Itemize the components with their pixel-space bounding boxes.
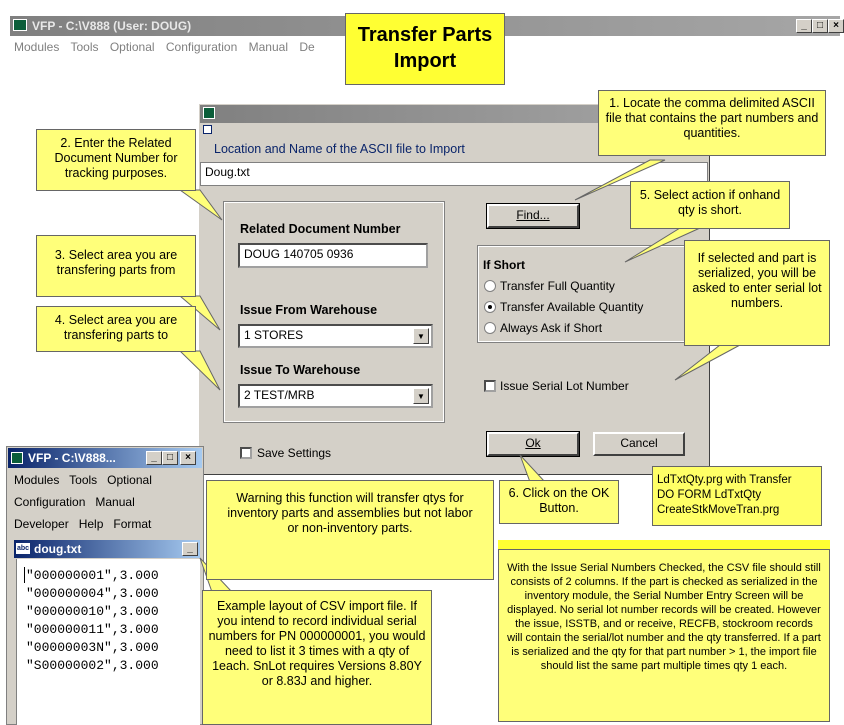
csv-line: "S00000002",3.000 [26, 658, 159, 673]
menu-de[interactable]: De [299, 40, 314, 54]
menu-configuration[interactable]: Configuration [166, 40, 237, 54]
callout-serial-notes: With the Issue Serial Numbers Checked, t… [498, 540, 830, 722]
radio-available-qty-label: Transfer Available Quantity [500, 300, 644, 314]
mini-menu-line-3[interactable]: Developer Help Format [14, 517, 151, 531]
mini-window-title: VFP - C:\V888... [28, 451, 116, 465]
chevron-down-icon[interactable]: ▼ [413, 388, 429, 404]
mini-menu-line-1[interactable]: Modules Tools Optional [14, 473, 152, 487]
serial-lot-checkbox[interactable] [484, 380, 496, 392]
chevron-down-icon[interactable]: ▼ [413, 328, 429, 344]
radio-full-qty-label: Transfer Full Quantity [500, 279, 615, 293]
ok-button-label: Ok [525, 436, 541, 450]
dialog-icon [203, 107, 215, 119]
callout-locate-file: 1. Locate the comma delimited ASCII file… [598, 90, 826, 156]
issue-to-label: Issue To Warehouse [240, 363, 361, 377]
callout-if-short: 5. Select action if onhand qty is short. [630, 181, 790, 229]
mini-menu-line-2[interactable]: Configuration Manual [14, 495, 135, 509]
csv-line: "000000004",3.000 [26, 586, 159, 601]
main-window-title: VFP - C:\V888 (User: DOUG) [32, 19, 192, 33]
radio-full-qty[interactable] [484, 280, 496, 292]
maximize-icon[interactable]: □ [812, 19, 828, 33]
callout-ok-button: 6. Click on the OK Button. [499, 480, 619, 524]
doc-title-bar: abc doug.txt _ [14, 540, 200, 558]
radio-always-ask[interactable] [484, 322, 496, 334]
issue-to-value: 2 TEST/MRB [244, 388, 315, 402]
banner-title: Transfer Parts Import [345, 13, 505, 85]
menu-modules[interactable]: Modules [14, 40, 59, 54]
save-settings-checkbox[interactable] [240, 447, 252, 459]
minimize-icon[interactable]: _ [182, 542, 198, 556]
doc-title: doug.txt [34, 542, 82, 556]
radio-always-ask-label: Always Ask if Short [500, 321, 603, 335]
menu-tools[interactable]: Tools [70, 40, 98, 54]
callout-related-doc: 2. Enter the Related Document Number for… [36, 129, 196, 191]
find-button[interactable]: Find... [486, 203, 580, 229]
callout-program: LdTxtQty.prg with Transfer DO FORM LdTxt… [652, 466, 822, 526]
issue-from-value: 1 STORES [244, 328, 304, 342]
csv-line: "000000011",3.000 [26, 622, 159, 637]
issue-to-select[interactable]: 2 TEST/MRB ▼ [238, 384, 433, 408]
issue-from-select[interactable]: 1 STORES ▼ [238, 324, 433, 348]
close-icon[interactable]: × [180, 451, 196, 465]
callout-example-csv: Example layout of CSV import file. If yo… [202, 590, 432, 725]
text-file-icon: abc [16, 543, 30, 554]
callout-area-to: 4. Select area you are transfering parts… [36, 306, 196, 352]
callout-serial-lot: If selected and part is serialized, you … [684, 240, 830, 346]
radio-available-qty[interactable] [484, 301, 496, 313]
csv-line: "000000010",3.000 [26, 604, 159, 619]
if-short-label: If Short [483, 258, 525, 272]
menu-manual[interactable]: Manual [249, 40, 288, 54]
serial-notes-header-bar [498, 540, 830, 550]
csv-line: "00000003N",3.000 [26, 640, 159, 655]
menu-optional[interactable]: Optional [110, 40, 155, 54]
maximize-icon[interactable]: □ [162, 451, 178, 465]
callout-area-from: 3. Select area you are transfering parts… [36, 235, 196, 297]
callout-warning: Warning this function will transfer qtys… [206, 480, 494, 580]
related-doc-label: Related Document Number [240, 222, 401, 236]
file-location-label: Location and Name of the ASCII file to I… [214, 142, 465, 156]
close-icon[interactable]: × [828, 19, 844, 33]
mini-title-bar: VFP - C:\V888... _ □ × [8, 448, 202, 468]
minimize-icon[interactable]: _ [146, 451, 162, 465]
serial-lot-label: Issue Serial Lot Number [500, 379, 629, 393]
find-button-label: Find... [516, 208, 550, 222]
csv-line: "000000001",3.000 [26, 568, 159, 583]
dialog-small-icon [203, 125, 212, 134]
minimize-icon[interactable]: _ [796, 19, 812, 33]
ok-button[interactable]: Ok [486, 431, 580, 457]
cancel-button-label: Cancel [620, 436, 658, 450]
save-settings-label: Save Settings [257, 446, 332, 460]
related-doc-input[interactable]: DOUG 140705 0936 [238, 243, 428, 268]
issue-from-label: Issue From Warehouse [240, 303, 378, 317]
app-icon [13, 19, 27, 31]
text-cursor [24, 567, 25, 583]
app-icon [11, 452, 23, 464]
cancel-button[interactable]: Cancel [593, 432, 685, 456]
